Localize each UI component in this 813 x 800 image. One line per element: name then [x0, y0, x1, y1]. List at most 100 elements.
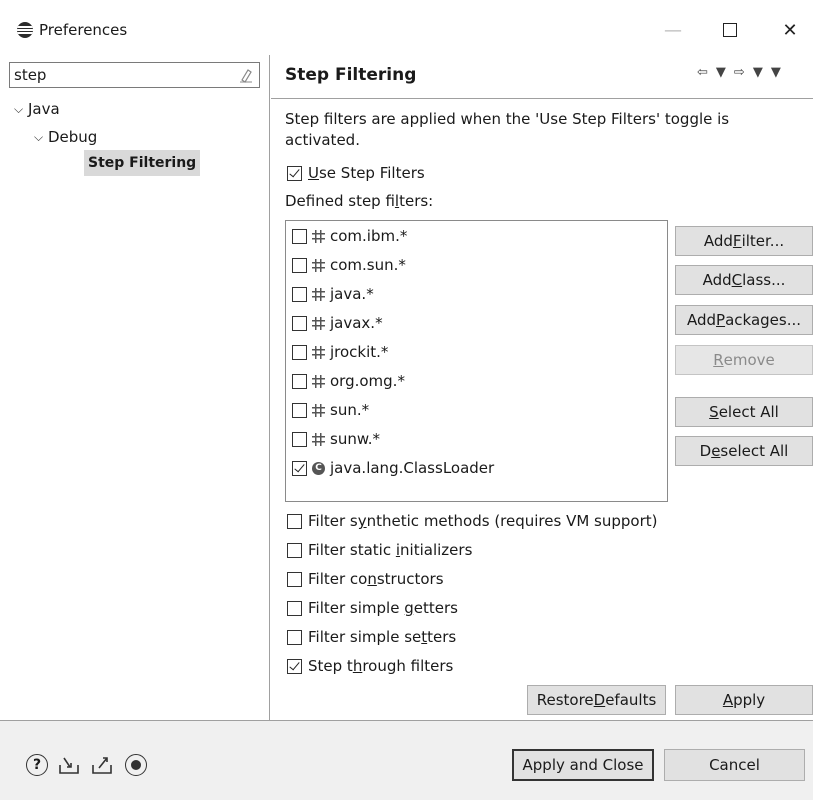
package-icon — [312, 229, 325, 243]
page-navigation: ⇦ ▼ ⇨ ▼ ▼ — [697, 65, 781, 80]
filter-synthetic-checkbox[interactable]: Filter synthetic methods (requires VM su… — [287, 510, 658, 532]
maximize-button[interactable] — [710, 16, 750, 44]
close-button[interactable]: ✕ — [770, 16, 810, 44]
checkbox[interactable] — [292, 373, 307, 389]
package-icon — [312, 403, 325, 417]
checkbox[interactable] — [292, 402, 307, 418]
back-menu-chevron-icon[interactable]: ▼ — [716, 65, 726, 80]
remove-button[interactable]: Remove — [675, 345, 813, 375]
divider — [271, 98, 813, 99]
chevron-down-icon[interactable]: ⌵ — [14, 102, 28, 117]
list-item[interactable]: jrockit.* — [292, 341, 388, 363]
list-item-label: sun.* — [330, 401, 370, 419]
checkbox-label: Use Step Filters — [308, 164, 425, 182]
checkbox-label: Filter synthetic methods (requires VM su… — [308, 512, 658, 530]
list-item-label: jrockit.* — [330, 343, 389, 361]
list-item[interactable]: org.omg.* — [292, 370, 405, 392]
deselect-all-button[interactable]: De select All — [675, 436, 813, 466]
checkbox-checked[interactable] — [287, 165, 302, 181]
back-arrow-icon[interactable]: ⇦ — [697, 65, 708, 80]
step-filter-list[interactable]: com.ibm.* com.sun.* java.* javax.* jrock… — [285, 220, 668, 502]
checkbox[interactable] — [287, 513, 302, 529]
filter-setters-checkbox[interactable]: Filter simple setters — [287, 626, 456, 648]
filter-getters-checkbox[interactable]: Filter simple getters — [287, 597, 458, 619]
list-item-label: com.ibm.* — [330, 227, 408, 245]
tree-item-label: Java — [28, 100, 60, 118]
checkbox[interactable] — [292, 315, 307, 331]
class-icon: C — [312, 461, 325, 475]
eclipse-icon — [17, 22, 33, 38]
package-icon — [312, 432, 325, 446]
list-item[interactable]: javax.* — [292, 312, 383, 334]
step-through-filters-checkbox[interactable]: Step through filters — [287, 655, 453, 677]
list-item-label: javax.* — [330, 314, 383, 332]
page-header: Step Filtering ⇦ ▼ ⇨ ▼ ▼ — [271, 55, 813, 95]
tree-item-step-filtering[interactable]: Step Filtering — [84, 150, 201, 176]
checkbox-label: Filter simple getters — [308, 599, 458, 617]
checkbox[interactable] — [287, 600, 302, 616]
preference-tree-pane: ⌵ Java ⌵ Debug Step Filtering — [0, 55, 270, 720]
forward-arrow-icon[interactable]: ⇨ — [734, 65, 745, 80]
tree-item-debug[interactable]: ⌵ Debug — [34, 125, 97, 149]
apply-and-close-button[interactable]: Apply and Close — [512, 749, 654, 781]
list-item-label: com.sun.* — [330, 256, 406, 274]
add-class-button[interactable]: Add Class... — [675, 265, 813, 295]
list-item[interactable]: Cjava.lang.ClassLoader — [292, 457, 494, 479]
filter-constructors-checkbox[interactable]: Filter constructors — [287, 568, 444, 590]
filter-static-initializers-checkbox[interactable]: Filter static initializers — [287, 539, 472, 561]
window-title: Preferences — [39, 21, 128, 39]
package-icon — [312, 374, 325, 388]
list-item-label: java.lang.ClassLoader — [330, 459, 495, 477]
forward-menu-chevron-icon[interactable]: ▼ — [753, 65, 763, 80]
preference-page: Step Filtering ⇦ ▼ ⇨ ▼ ▼ Step filters ar… — [271, 55, 813, 720]
minimize-button[interactable]: — — [653, 16, 693, 44]
package-icon — [312, 287, 325, 301]
checkbox-label: Filter static initializers — [308, 541, 473, 559]
filter-input[interactable] — [14, 65, 234, 85]
list-item-label: java.* — [330, 285, 374, 303]
list-item[interactable]: sunw.* — [292, 428, 380, 450]
package-icon — [312, 258, 325, 272]
package-icon — [312, 316, 325, 330]
list-item-label: sunw.* — [330, 430, 380, 448]
maximize-icon — [723, 23, 737, 37]
list-item[interactable]: java.* — [292, 283, 374, 305]
checkbox[interactable] — [292, 344, 307, 360]
export-icon[interactable] — [91, 754, 113, 776]
chevron-down-icon[interactable]: ⌵ — [34, 130, 48, 145]
defined-filters-label: Defined step filters: — [285, 192, 434, 210]
import-icon[interactable] — [58, 754, 80, 776]
checkbox[interactable] — [287, 571, 302, 587]
help-icon[interactable]: ? — [26, 754, 48, 776]
list-item[interactable]: com.ibm.* — [292, 225, 407, 247]
cancel-button[interactable]: Cancel — [664, 749, 805, 781]
tree-item-java[interactable]: ⌵ Java — [14, 97, 60, 121]
add-filter-button[interactable]: Add Filter... — [675, 226, 813, 256]
checkbox-checked[interactable] — [292, 460, 307, 476]
checkbox-label: Filter simple setters — [308, 628, 457, 646]
checkbox[interactable] — [292, 228, 307, 244]
checkbox[interactable] — [292, 431, 307, 447]
tree-item-label: Step Filtering — [88, 155, 197, 171]
clear-filter-icon[interactable] — [239, 67, 253, 83]
checkbox[interactable] — [292, 286, 307, 302]
restore-defaults-button[interactable]: Restore Defaults — [527, 685, 666, 715]
list-item-label: org.omg.* — [330, 372, 405, 390]
checkbox-label: Filter constructors — [308, 570, 444, 588]
checkbox[interactable] — [287, 542, 302, 558]
checkbox[interactable] — [287, 629, 302, 645]
checkbox-checked[interactable] — [287, 658, 302, 674]
list-item[interactable]: sun.* — [292, 399, 369, 421]
filter-field[interactable] — [9, 62, 260, 88]
checkbox[interactable] — [292, 257, 307, 273]
package-icon — [312, 345, 325, 359]
apply-button[interactable]: Apply — [675, 685, 813, 715]
record-icon[interactable] — [125, 754, 147, 776]
dialog-footer: ? Apply and Close Cancel — [0, 721, 813, 800]
use-step-filters-checkbox[interactable]: Use Step Filters — [287, 162, 425, 184]
view-menu-icon[interactable]: ▼ — [771, 65, 781, 80]
list-item[interactable]: com.sun.* — [292, 254, 406, 276]
add-packages-button[interactable]: Add Packages... — [675, 305, 813, 335]
title-bar: Preferences — ✕ — [0, 0, 813, 44]
select-all-button[interactable]: Select All — [675, 397, 813, 427]
